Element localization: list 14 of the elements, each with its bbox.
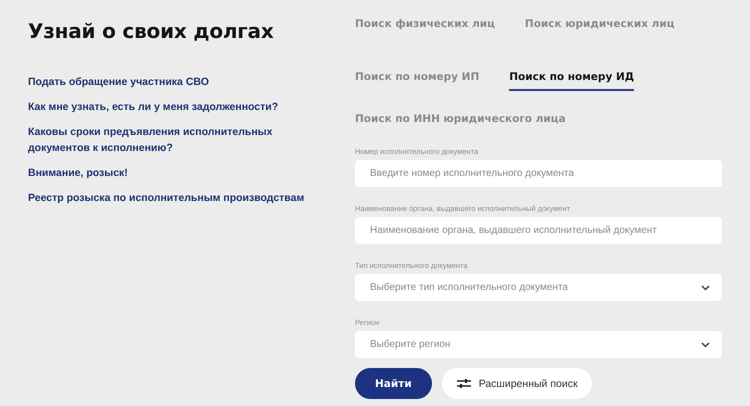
- input-field[interactable]: Наименование органа, выдавшего исполнительный документ: [355, 217, 722, 244]
- chevron-down-icon: [701, 342, 710, 348]
- help-link[interactable]: Подать обращение участника СВО: [28, 74, 328, 90]
- tab[interactable]: Поиск по номеру ИД: [509, 71, 634, 91]
- help-link[interactable]: Реестр розыска по исполнительным производствам: [28, 190, 328, 206]
- sliders-icon: [456, 378, 471, 389]
- help-link[interactable]: Внимание, розыск!: [28, 165, 328, 181]
- advanced-search-button[interactable]: Расширенный поиск: [442, 368, 592, 399]
- chevron-down-icon: [701, 284, 710, 290]
- search-button[interactable]: Найти: [355, 368, 432, 399]
- help-link[interactable]: Как мне узнать, есть ли у меня задолженности?: [28, 99, 328, 115]
- help-link[interactable]: Каковы сроки предъявления исполнительных документов к исполнению?: [28, 124, 328, 156]
- input-field[interactable]: Введите номер исполнительного документа: [355, 160, 722, 187]
- page-title: Узнай о своих долгах: [28, 19, 275, 43]
